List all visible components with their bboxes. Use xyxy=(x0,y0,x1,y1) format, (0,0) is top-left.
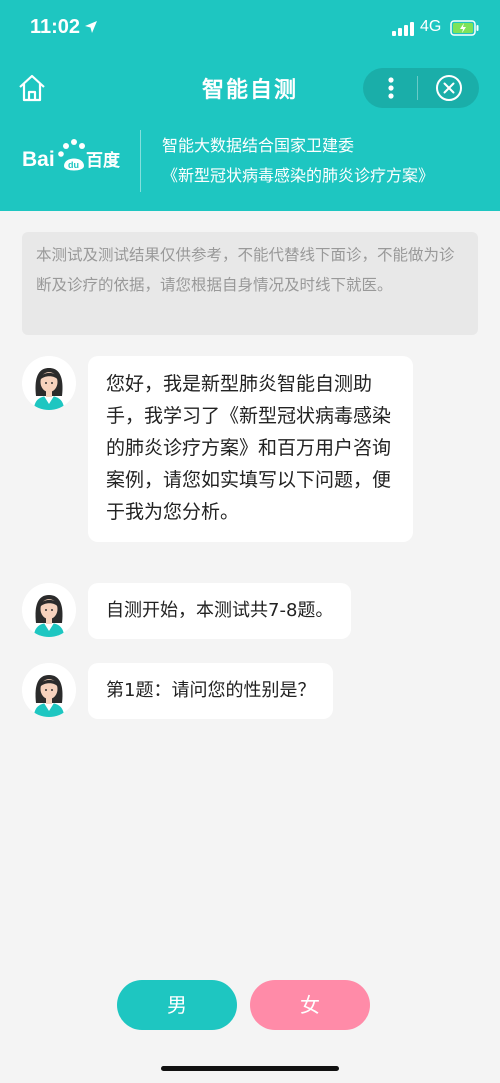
answer-female-button[interactable]: 女 xyxy=(250,980,370,1030)
status-bar: 11:02 4G xyxy=(0,0,500,62)
close-circle-icon[interactable] xyxy=(433,72,465,104)
doctor-avatar xyxy=(22,583,76,637)
status-time: 11:02 xyxy=(30,16,81,38)
chat-bubble-question-1: 第1题：请问您的性别是？ xyxy=(88,663,334,719)
doctor-avatar xyxy=(22,356,76,410)
menu-capsule xyxy=(363,68,479,108)
capsule-divider xyxy=(417,76,418,100)
network-type: 4G xyxy=(420,18,442,35)
disclaimer-notice: 本测试及测试结果仅供参考，不能代替线下面诊，不能做为诊断及诊疗的依据，请您根据自… xyxy=(22,232,478,335)
signal-icon xyxy=(392,22,414,36)
chat-bubble-start: 自测开始，本测试共7-8题。 xyxy=(88,583,352,639)
baidu-logo: Bai du 百度 xyxy=(22,139,121,171)
chat-bubble-greeting: 您好，我是新型肺炎智能自测助手，我学习了《新型冠状病毒感染的肺炎诊疗方案》和百万… xyxy=(88,356,413,542)
svg-text:Bai: Bai xyxy=(22,148,55,171)
svg-text:du: du xyxy=(68,160,79,170)
answer-male-button[interactable]: 男 xyxy=(117,980,237,1030)
header-area: 11:02 4G 智能自测 Bai du 百度 智能大数据结合国家卫建委 《新型… xyxy=(0,0,500,211)
brand-line-1: 智能大数据结合国家卫建委 xyxy=(162,136,355,155)
nav-bar: 智能自测 xyxy=(0,62,500,118)
doctor-avatar xyxy=(22,663,76,717)
home-indicator xyxy=(161,1066,339,1071)
location-arrow-icon xyxy=(85,21,97,33)
brand-line-2: 《新型冠状病毒感染的肺炎诊疗方案》 xyxy=(162,166,435,185)
more-dots-icon[interactable] xyxy=(375,72,407,104)
svg-text:百度: 百度 xyxy=(86,150,121,171)
battery-charging-icon xyxy=(450,20,479,36)
brand-banner: Bai du 百度 智能大数据结合国家卫建委 《新型冠状病毒感染的肺炎诊疗方案》 xyxy=(0,128,500,198)
brand-divider xyxy=(140,130,141,192)
